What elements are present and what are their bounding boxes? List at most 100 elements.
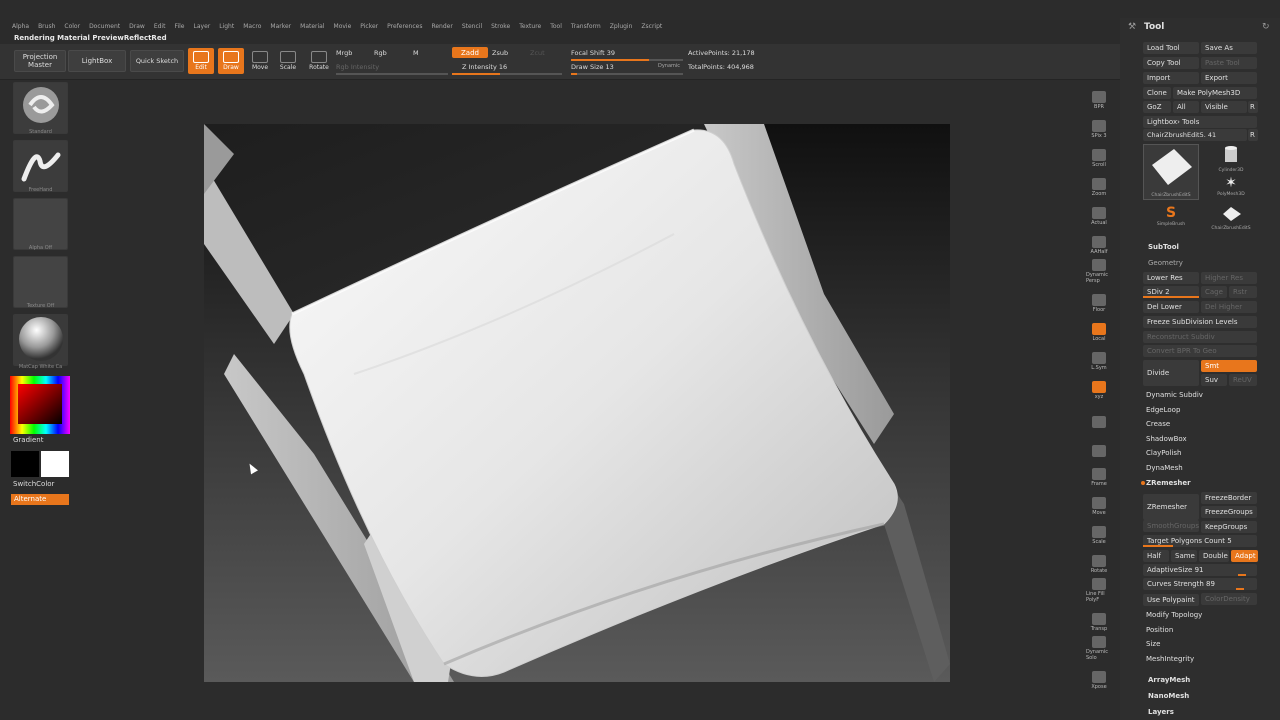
z-intensity-track[interactable] xyxy=(452,73,562,75)
material-thumbnail[interactable] xyxy=(13,314,68,366)
menu-item-tool[interactable]: Tool xyxy=(550,23,562,30)
projection-master-button[interactable]: Projection Master xyxy=(14,50,66,72)
dynamesh-section[interactable]: DynaMesh xyxy=(1146,464,1183,472)
same-button[interactable]: Same xyxy=(1171,550,1197,562)
rotate-button[interactable]: Rotate xyxy=(306,48,332,74)
subtool-header[interactable]: SubTool xyxy=(1148,243,1179,251)
shelf-button-transp[interactable]: Transp xyxy=(1086,606,1112,632)
rstr-button[interactable]: Rstr xyxy=(1229,286,1257,298)
primary-color-swatch[interactable] xyxy=(41,451,69,477)
tool-thumb-chair-2[interactable]: ChairZbrushEditS xyxy=(1203,204,1259,232)
menu-item-movie[interactable]: Movie xyxy=(334,23,352,30)
crease-section[interactable]: Crease xyxy=(1146,420,1170,428)
draw-size-track[interactable] xyxy=(571,73,683,75)
nano-mesh-section[interactable]: NanoMesh xyxy=(1148,692,1189,700)
menu-item-alpha[interactable]: Alpha xyxy=(12,23,29,30)
menu-item-brush[interactable]: Brush xyxy=(38,23,55,30)
shelf-button-blank-11[interactable] xyxy=(1086,403,1112,429)
goz-button[interactable]: GoZ xyxy=(1143,101,1171,113)
menu-item-light[interactable]: Light xyxy=(219,23,234,30)
mrgb-button[interactable]: Mrgb xyxy=(336,49,352,57)
shelf-button-xyz[interactable]: xyz xyxy=(1086,374,1112,400)
modify-topology-section[interactable]: Modify Topology xyxy=(1146,611,1202,619)
load-tool-button[interactable]: Load Tool xyxy=(1143,42,1199,54)
texture-thumbnail[interactable] xyxy=(13,256,68,308)
tool-thumb-chair-1[interactable]: ChairZbrushEditS xyxy=(1143,144,1199,200)
menu-item-file[interactable]: File xyxy=(174,23,184,30)
3d-viewport[interactable] xyxy=(204,124,950,682)
shelf-button-xpose[interactable]: Xpose xyxy=(1086,664,1112,690)
menu-item-draw[interactable]: Draw xyxy=(129,23,145,30)
menu-item-texture[interactable]: Texture xyxy=(519,23,541,30)
z-intensity-slider[interactable]: Z Intensity 16 xyxy=(462,63,507,71)
quick-sketch-button[interactable]: Quick Sketch xyxy=(130,50,184,72)
keep-groups-toggle[interactable]: KeepGroups xyxy=(1201,521,1257,533)
del-higher-button[interactable]: Del Higher xyxy=(1201,301,1257,313)
mesh-integrity-section[interactable]: MeshIntegrity xyxy=(1146,655,1194,663)
tool-thumb-polymesh[interactable]: ✶ PolyMesh3D xyxy=(1203,174,1259,202)
menu-item-preferences[interactable]: Preferences xyxy=(387,23,422,30)
shelf-button-floor[interactable]: Floor xyxy=(1086,287,1112,313)
convert-bpr-button[interactable]: Convert BPR To Geo xyxy=(1143,345,1257,357)
save-as-button[interactable]: Save As xyxy=(1201,42,1257,54)
current-tool-r-button[interactable]: R xyxy=(1248,129,1258,141)
alternate-button[interactable]: Alternate xyxy=(11,494,69,505)
rgb-intensity-track[interactable] xyxy=(336,73,448,75)
focal-shift-track[interactable] xyxy=(571,59,683,61)
claypolish-section[interactable]: ClayPolish xyxy=(1146,449,1182,457)
position-section[interactable]: Position xyxy=(1146,626,1173,634)
refresh-icon[interactable]: ↻ xyxy=(1262,22,1270,32)
zcut-button[interactable]: Zcut xyxy=(530,49,545,57)
shelf-button-aahalf[interactable]: AAHalf xyxy=(1086,229,1112,255)
lower-res-button[interactable]: Lower Res xyxy=(1143,272,1199,284)
shelf-button-dynamic-persp[interactable]: Dynamic Persp xyxy=(1086,258,1112,284)
move-button[interactable]: Move xyxy=(248,48,272,74)
shelf-button-move[interactable]: Move xyxy=(1086,490,1112,516)
draw-button[interactable]: Draw xyxy=(218,48,244,74)
dynamic-subdiv-section[interactable]: Dynamic Subdiv xyxy=(1146,391,1203,399)
shelf-button-rotate[interactable]: Rotate xyxy=(1086,548,1112,574)
tool-thumb-simplebrush[interactable]: S SimpleBrush xyxy=(1143,204,1199,232)
edit-button[interactable]: Edit xyxy=(188,48,214,74)
brush-thumbnail[interactable] xyxy=(13,82,68,134)
zremesher-button[interactable]: ZRemesher xyxy=(1143,494,1199,520)
shelf-button-dynamic-solo[interactable]: Dynamic Solo xyxy=(1086,635,1112,661)
all-button[interactable]: All xyxy=(1173,101,1199,113)
higher-res-button[interactable]: Higher Res xyxy=(1201,272,1257,284)
color-picker[interactable] xyxy=(10,376,70,434)
menu-item-picker[interactable]: Picker xyxy=(360,23,378,30)
menu-item-transform[interactable]: Transform xyxy=(571,23,601,30)
scale-button[interactable]: Scale xyxy=(276,48,300,74)
focal-shift-slider[interactable]: Focal Shift 39 xyxy=(571,49,615,57)
array-mesh-section[interactable]: ArrayMesh xyxy=(1148,676,1190,684)
half-button[interactable]: Half xyxy=(1143,550,1169,562)
import-button[interactable]: Import xyxy=(1143,72,1199,84)
secondary-color-swatch[interactable] xyxy=(11,451,39,477)
divide-button[interactable]: Divide xyxy=(1143,360,1199,386)
layers-section[interactable]: Layers xyxy=(1148,708,1174,716)
menu-item-color[interactable]: Color xyxy=(64,23,80,30)
zadd-button[interactable]: Zadd xyxy=(452,47,488,58)
menu-item-macro[interactable]: Macro xyxy=(243,23,261,30)
shelf-button-local[interactable]: Local xyxy=(1086,316,1112,342)
zremesher-section[interactable]: ZRemesher xyxy=(1146,479,1191,487)
shelf-button-frame[interactable]: Frame xyxy=(1086,461,1112,487)
menu-item-marker[interactable]: Marker xyxy=(270,23,291,30)
rgb-intensity-slider[interactable]: Rgb Intensity xyxy=(336,63,379,71)
zsub-button[interactable]: Zsub xyxy=(492,49,508,57)
shelf-button-actual[interactable]: Actual xyxy=(1086,200,1112,226)
freeze-border-toggle[interactable]: FreezeBorder xyxy=(1201,492,1257,504)
menu-item-zplugin[interactable]: Zplugin xyxy=(610,23,633,30)
menu-item-layer[interactable]: Layer xyxy=(194,23,211,30)
shelf-button-scale[interactable]: Scale xyxy=(1086,519,1112,545)
geometry-header[interactable]: Geometry xyxy=(1148,259,1183,267)
reuv-button[interactable]: ReUV xyxy=(1229,374,1257,386)
shelf-button-spix-3[interactable]: SPix 3 xyxy=(1086,113,1112,139)
shelf-button-line-fill-polyf[interactable]: Line Fill PolyF xyxy=(1086,577,1112,603)
smt-toggle[interactable]: Smt xyxy=(1201,360,1257,372)
make-polymesh-button[interactable]: Make PolyMesh3D xyxy=(1173,87,1257,99)
adapt-toggle[interactable]: Adapt xyxy=(1231,550,1258,562)
size-section[interactable]: Size xyxy=(1146,640,1160,648)
reconstruct-subdiv-button[interactable]: Reconstruct Subdiv xyxy=(1143,331,1257,343)
freeze-subdiv-button[interactable]: Freeze SubDivision Levels xyxy=(1143,316,1257,328)
